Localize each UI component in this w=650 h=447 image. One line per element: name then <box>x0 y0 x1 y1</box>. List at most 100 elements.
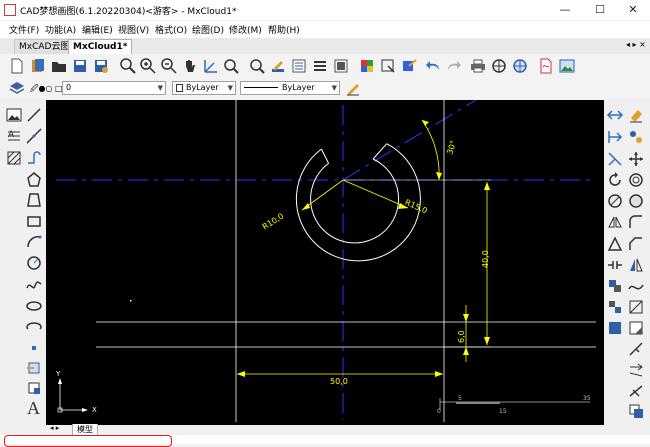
undo-icon[interactable] <box>424 57 442 75</box>
construction-line-icon[interactable] <box>25 127 43 145</box>
text-icon[interactable]: A <box>27 398 40 419</box>
tab-navigation[interactable]: ◂ ▸ × <box>626 40 646 49</box>
command-line[interactable] <box>0 435 650 447</box>
break-icon[interactable] <box>606 256 624 274</box>
pencil-icon[interactable] <box>344 79 362 97</box>
chamfer-icon[interactable] <box>627 235 645 253</box>
zoom-extents-icon[interactable] <box>222 57 240 75</box>
zoom-in-icon[interactable] <box>139 57 157 75</box>
rotate-icon[interactable] <box>606 171 624 189</box>
close-button[interactable]: ✕ <box>616 0 650 20</box>
explode-icon[interactable] <box>627 192 645 210</box>
offset-icon[interactable] <box>627 171 645 189</box>
save-as-icon[interactable] <box>92 57 110 75</box>
arc-icon[interactable] <box>25 233 43 251</box>
polygon-icon[interactable] <box>25 171 43 189</box>
menu-view[interactable]: 视图(V) <box>118 23 149 36</box>
ellipse-icon[interactable] <box>25 297 43 315</box>
hatch-icon[interactable] <box>5 149 23 167</box>
raster-image-icon[interactable] <box>5 106 23 124</box>
zoom-window-icon[interactable] <box>119 57 137 75</box>
eraser-icon[interactable] <box>627 106 645 124</box>
menu-help[interactable]: 帮助(H) <box>268 23 300 36</box>
menu-draw[interactable]: 绘图(D) <box>192 23 224 36</box>
drawing-canvas[interactable]: R10,0 R15,0 30° 40,0 6,0 50,0 Y X 0 5 15… <box>46 100 604 425</box>
mirror-triangle-icon[interactable] <box>627 256 645 274</box>
stretch-icon[interactable] <box>606 106 624 124</box>
zoom-previous-icon[interactable] <box>248 57 266 75</box>
ellipse-arc-icon[interactable] <box>25 318 43 336</box>
polyline-icon[interactable] <box>25 149 43 167</box>
match-properties-icon[interactable] <box>400 57 418 75</box>
insert-block-icon[interactable] <box>25 359 43 377</box>
dimension-6-arrow-top <box>463 314 469 322</box>
draw-order-icon[interactable] <box>627 402 645 420</box>
redo-icon[interactable] <box>445 57 463 75</box>
text-list-icon[interactable] <box>311 57 329 75</box>
break-at-point-icon[interactable] <box>627 382 645 400</box>
multiline-text-icon[interactable]: A <box>5 127 23 145</box>
layer-manager-icon[interactable] <box>8 79 26 97</box>
join-icon[interactable] <box>627 361 645 379</box>
open-template-icon[interactable] <box>29 57 47 75</box>
make-block-icon[interactable] <box>25 379 43 397</box>
select-icon[interactable] <box>379 57 397 75</box>
draw-toolbar: A A <box>0 100 46 430</box>
color-select[interactable]: ByLayer ▼ <box>172 81 236 95</box>
maximize-button[interactable]: ☐ <box>583 0 617 20</box>
image-export-icon[interactable] <box>558 57 576 75</box>
menu-edit[interactable]: 编辑(E) <box>82 23 113 36</box>
ucs-y-label: Y <box>55 370 61 378</box>
boundary-icon[interactable] <box>627 298 645 316</box>
menu-format[interactable]: 格式(O) <box>155 23 187 36</box>
menu-file[interactable]: 文件(F) <box>9 23 39 36</box>
pencil-edit-icon[interactable] <box>269 57 287 75</box>
curve-icon[interactable] <box>627 277 645 295</box>
move-icon[interactable] <box>627 150 645 168</box>
array-icon[interactable] <box>606 235 624 253</box>
properties-list-icon[interactable] <box>290 57 308 75</box>
spline-icon[interactable] <box>25 276 43 294</box>
block-icon[interactable] <box>332 57 350 75</box>
layout-nav-arrows[interactable]: ◂ ▸ <box>50 424 59 432</box>
print-icon[interactable] <box>469 57 487 75</box>
tab-mxcad-cloud[interactable]: MxCAD云图 <box>14 39 75 55</box>
ucs-y-arrow <box>58 378 62 384</box>
extend-icon[interactable] <box>606 128 624 146</box>
group-icon[interactable] <box>606 298 624 316</box>
svg-text:A: A <box>8 130 15 140</box>
copy-icon[interactable] <box>627 128 645 146</box>
lengthen-icon[interactable] <box>627 340 645 358</box>
save-icon[interactable] <box>71 57 89 75</box>
line-icon[interactable] <box>25 106 43 124</box>
menu-function[interactable]: 功能(A) <box>45 23 76 36</box>
web-icon[interactable] <box>511 57 529 75</box>
tab-mxcloud1[interactable]: MxCloud1* <box>68 39 133 54</box>
scale-icon[interactable] <box>606 192 624 210</box>
region-icon[interactable] <box>606 319 624 337</box>
point-icon[interactable] <box>25 339 43 357</box>
menu-modify[interactable]: 修改(M) <box>229 23 262 36</box>
angle-dimension-arc <box>421 119 440 181</box>
layer-state-icons: 🖉●○ □ <box>30 84 63 93</box>
open-folder-icon[interactable] <box>50 57 68 75</box>
rectangle-shape-icon[interactable] <box>25 212 43 230</box>
layer-select[interactable]: 0 ▼ <box>62 81 166 95</box>
minimize-button[interactable]: — <box>548 0 582 20</box>
zoom-out-icon[interactable] <box>160 57 178 75</box>
layer-blocks-icon[interactable] <box>606 277 624 295</box>
circle-icon[interactable] <box>25 254 43 272</box>
color-table-icon[interactable] <box>358 57 376 75</box>
pan-hand-icon[interactable] <box>181 57 199 75</box>
trim-icon[interactable] <box>606 150 624 168</box>
coordinate-icon[interactable] <box>202 57 220 75</box>
command-input-highlight[interactable] <box>4 435 172 447</box>
rectangle-icon[interactable] <box>25 191 43 209</box>
globe-icon[interactable] <box>490 57 508 75</box>
region-cut-icon[interactable] <box>627 319 645 337</box>
new-file-icon[interactable] <box>8 57 26 75</box>
pdf-export-icon[interactable] <box>537 57 555 75</box>
mirror-icon[interactable] <box>606 213 624 231</box>
fillet-icon[interactable] <box>627 213 645 231</box>
linetype-select[interactable]: ByLayer ▼ <box>240 81 340 95</box>
